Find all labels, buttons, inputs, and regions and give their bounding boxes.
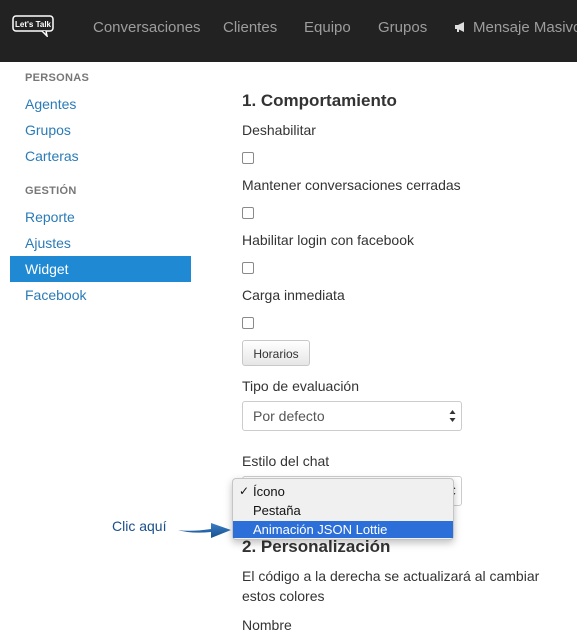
personalization-description: El código a la derecha se actualizará al… (242, 568, 540, 604)
nav-clientes[interactable]: Clientes (223, 19, 277, 36)
keep-closed-label: Mantener conversaciones cerradas (242, 177, 461, 193)
megaphone-icon (455, 22, 464, 32)
evaluation-label: Tipo de evaluación (242, 378, 360, 394)
section-personalizacion-title: 2. Personalización (242, 537, 391, 556)
immediate-load-label: Carga inmediata (242, 287, 345, 303)
logo-text: Let's Talk (15, 20, 52, 29)
chat-style-option-icono[interactable]: ✓ Ícono (233, 483, 453, 500)
disable-label: Deshabilitar (242, 122, 316, 138)
chat-style-label: Estilo del chat (242, 453, 330, 469)
sidebar-item-agentes[interactable]: Agentes (10, 91, 191, 117)
evaluation-select[interactable]: Por defecto (242, 401, 462, 431)
click-here-annotation: Clic aquí (112, 518, 167, 534)
sidebar-header-gestion: GESTIÓN (25, 185, 77, 197)
arrow-right-icon (178, 523, 231, 538)
chat-style-dropdown-menu: ✓ Ícono Pestaña Animación JSON Lottie (232, 478, 454, 540)
facebook-login-checkbox[interactable] (242, 262, 254, 274)
checkmark-icon: ✓ (239, 484, 250, 498)
chat-style-option-label: Animación JSON Lottie (253, 522, 388, 537)
disable-checkbox[interactable] (242, 152, 254, 164)
nav-equipo[interactable]: Equipo (304, 19, 351, 36)
nav-conversaciones[interactable]: Conversaciones (93, 19, 201, 36)
nav-grupos[interactable]: Grupos (378, 19, 427, 36)
horarios-button[interactable]: Horarios (242, 340, 310, 366)
top-navbar: Let's Talk Conversaciones Clientes Equip… (0, 0, 577, 62)
keep-closed-checkbox[interactable] (242, 207, 254, 219)
chat-style-option-lottie[interactable]: Animación JSON Lottie (233, 521, 453, 538)
lets-talk-logo[interactable]: Let's Talk (12, 15, 56, 37)
sidebar-item-grupos[interactable]: Grupos (10, 117, 191, 143)
facebook-login-label: Habilitar login con facebook (242, 232, 414, 248)
sidebar-item-facebook[interactable]: Facebook (10, 282, 191, 308)
sidebar-item-widget[interactable]: Widget (10, 256, 191, 282)
sidebar-item-carteras[interactable]: Carteras (10, 143, 191, 169)
name-label: Nombre (242, 617, 292, 633)
chat-style-option-label: Pestaña (253, 503, 301, 518)
sidebar-item-reporte[interactable]: Reporte (10, 204, 191, 230)
nav-mensaje-masivo-label: Mensaje Masivo (473, 19, 577, 36)
evaluation-select-value: Por defecto (253, 408, 325, 424)
sidebar-header-personas: PERSONAS (25, 72, 90, 84)
section-comportamiento-title: 1. Comportamiento (242, 91, 397, 110)
select-updown-icon (449, 410, 456, 422)
nav-mensaje-masivo[interactable]: Mensaje Masivo (454, 19, 577, 36)
sidebar-item-ajustes[interactable]: Ajustes (10, 230, 191, 256)
immediate-load-checkbox[interactable] (242, 317, 254, 329)
chat-style-option-pestana[interactable]: Pestaña (233, 502, 453, 519)
chat-style-option-label: Ícono (253, 484, 285, 499)
